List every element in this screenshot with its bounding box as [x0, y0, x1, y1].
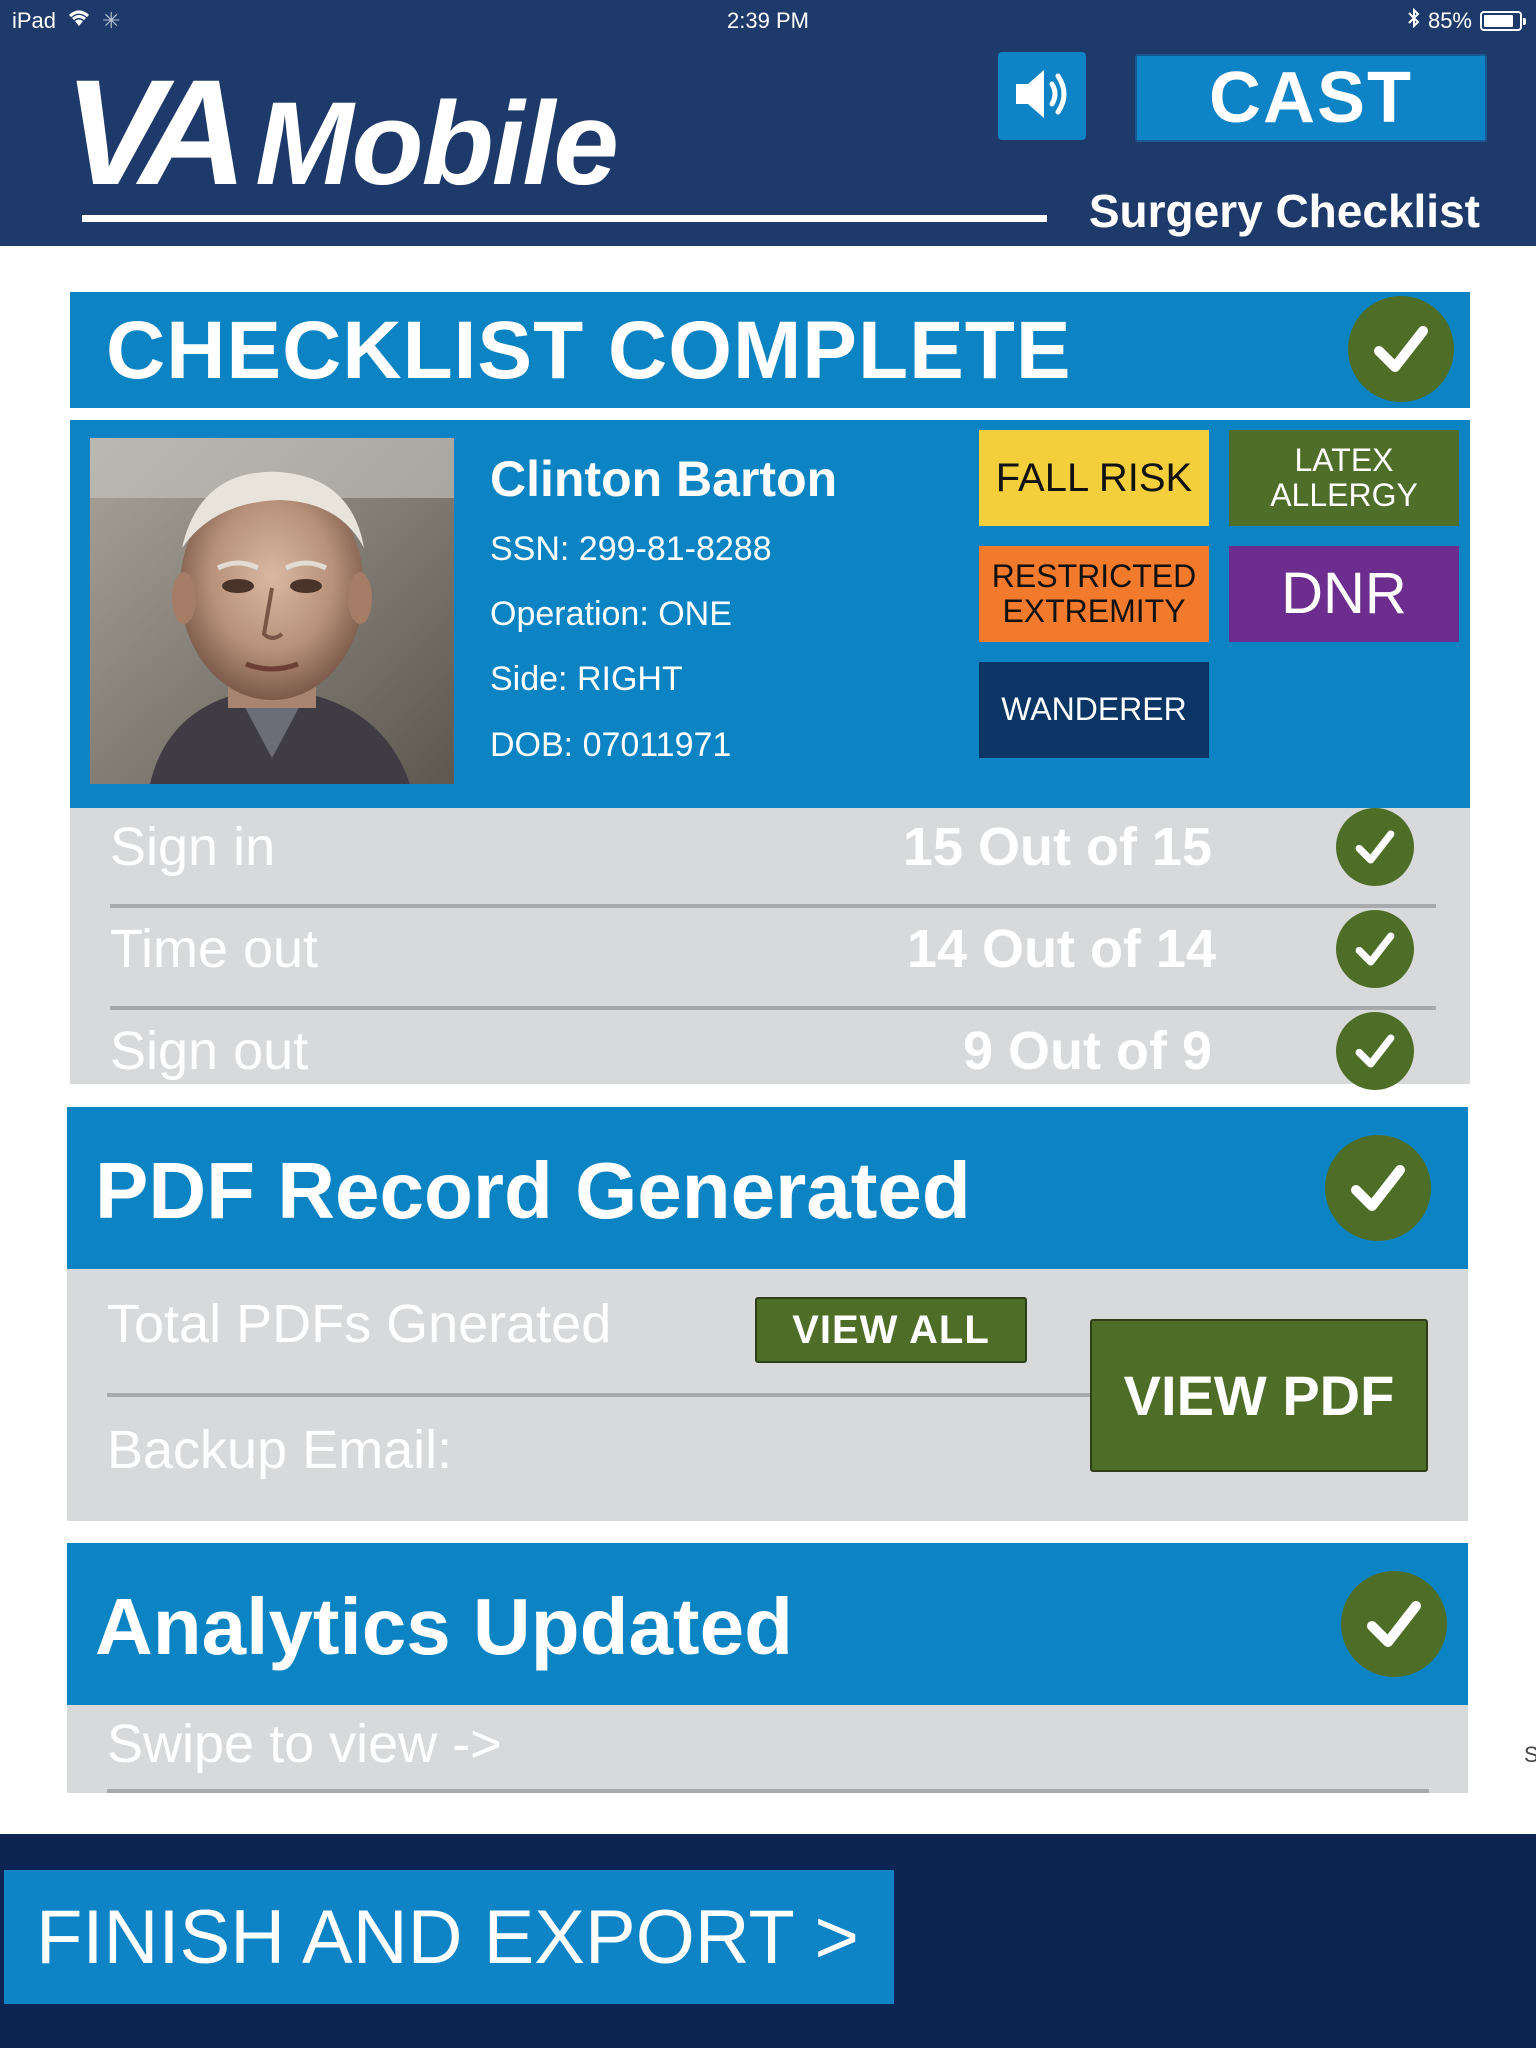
dnr-tag: DNR	[1229, 546, 1459, 642]
patient-dob: DOB: 07011971	[490, 726, 732, 764]
patient-operation: Operation: ONE	[490, 595, 732, 633]
footer-bar: FINISH AND EXPORT >	[0, 1834, 1536, 2048]
patient-side: Side: RIGHT	[490, 660, 683, 698]
patient-name: Clinton Barton	[490, 451, 838, 507]
checklist-complete-banner: CHECKLIST COMPLETE	[70, 292, 1470, 408]
view-pdf-button[interactable]: VIEW PDF	[1090, 1319, 1428, 1472]
page-subtitle: Surgery Checklist	[1088, 185, 1480, 237]
backup-email-label: Backup Email:	[107, 1420, 453, 1480]
cast-button[interactable]: CAST	[1135, 54, 1487, 142]
phase-label: Sign in	[110, 817, 276, 877]
pdf-record-banner: PDF Record Generated	[67, 1107, 1468, 1269]
wanderer-tag: WANDERER	[979, 662, 1209, 758]
header-divider	[82, 215, 1047, 222]
check-icon	[1341, 1571, 1447, 1677]
va-mobile-logo: VA Mobile	[64, 48, 619, 216]
phase-label: Sign out	[110, 1021, 309, 1081]
row-divider	[110, 904, 1436, 908]
progress-row-sign-out: Sign out 9 Out of 9	[110, 1012, 1436, 1112]
check-icon	[1348, 296, 1454, 402]
analytics-title: Analytics Updated	[95, 1582, 793, 1671]
phase-count: 15 Out of 15	[902, 817, 1212, 877]
battery-percent: 85%	[1427, 8, 1472, 33]
bluetooth-icon	[1408, 7, 1420, 34]
app-header: VA Mobile Surgery Checklist CAST	[0, 40, 1536, 246]
row-divider	[107, 1393, 1119, 1397]
offscreen-text-fragment: S	[1524, 1742, 1536, 1767]
row-divider	[110, 1006, 1436, 1010]
check-icon	[1336, 910, 1414, 988]
view-all-button[interactable]: VIEW ALL	[755, 1297, 1027, 1363]
patient-photo	[90, 438, 454, 784]
clock: 2:39 PM	[727, 8, 809, 33]
check-icon	[1325, 1135, 1431, 1241]
checklist-complete-title: CHECKLIST COMPLETE	[106, 305, 1072, 396]
total-pdfs-label: Total PDFs Gnerated	[107, 1294, 612, 1354]
checklist-progress: Sign in 15 Out of 15 Time out 14 Out of …	[70, 808, 1470, 1090]
pdf-record-title: PDF Record Generated	[95, 1146, 971, 1235]
status-bar: iPad ✳ 2:39 PM 85%	[0, 0, 1536, 40]
patient-card: Clinton Barton SSN: 299-81-8288 Operatio…	[70, 420, 1470, 808]
patient-ssn: SSN: 299-81-8288	[490, 530, 772, 568]
analytics-banner: Analytics Updated	[67, 1543, 1468, 1705]
speaker-button[interactable]	[998, 52, 1086, 140]
check-icon	[1336, 1012, 1414, 1090]
restricted-extremity-tag: RESTRICTED EXTREMITY	[979, 546, 1209, 642]
phase-count: 9 Out of 9	[962, 1021, 1212, 1081]
progress-row-time-out: Time out 14 Out of 14	[110, 910, 1436, 1010]
finish-and-export-button[interactable]: FINISH AND EXPORT >	[4, 1870, 894, 2004]
progress-row-sign-in: Sign in 15 Out of 15	[110, 808, 1436, 908]
speaker-icon	[1012, 66, 1072, 127]
fall-risk-tag: FALL RISK	[979, 430, 1209, 526]
latex-allergy-tag: LATEX ALLERGY	[1229, 430, 1459, 526]
battery-icon	[1480, 11, 1526, 31]
pdf-record-panel: Total PDFs Gnerated VIEW ALL Backup Emai…	[67, 1269, 1468, 1521]
swipe-hint: Swipe to view ->	[107, 1714, 502, 1774]
phase-count: 14 Out of 14	[906, 919, 1216, 979]
row-divider	[107, 1789, 1429, 1793]
phase-label: Time out	[110, 919, 319, 979]
analytics-panel[interactable]: Swipe to view ->	[67, 1705, 1468, 1793]
check-icon	[1336, 808, 1414, 886]
